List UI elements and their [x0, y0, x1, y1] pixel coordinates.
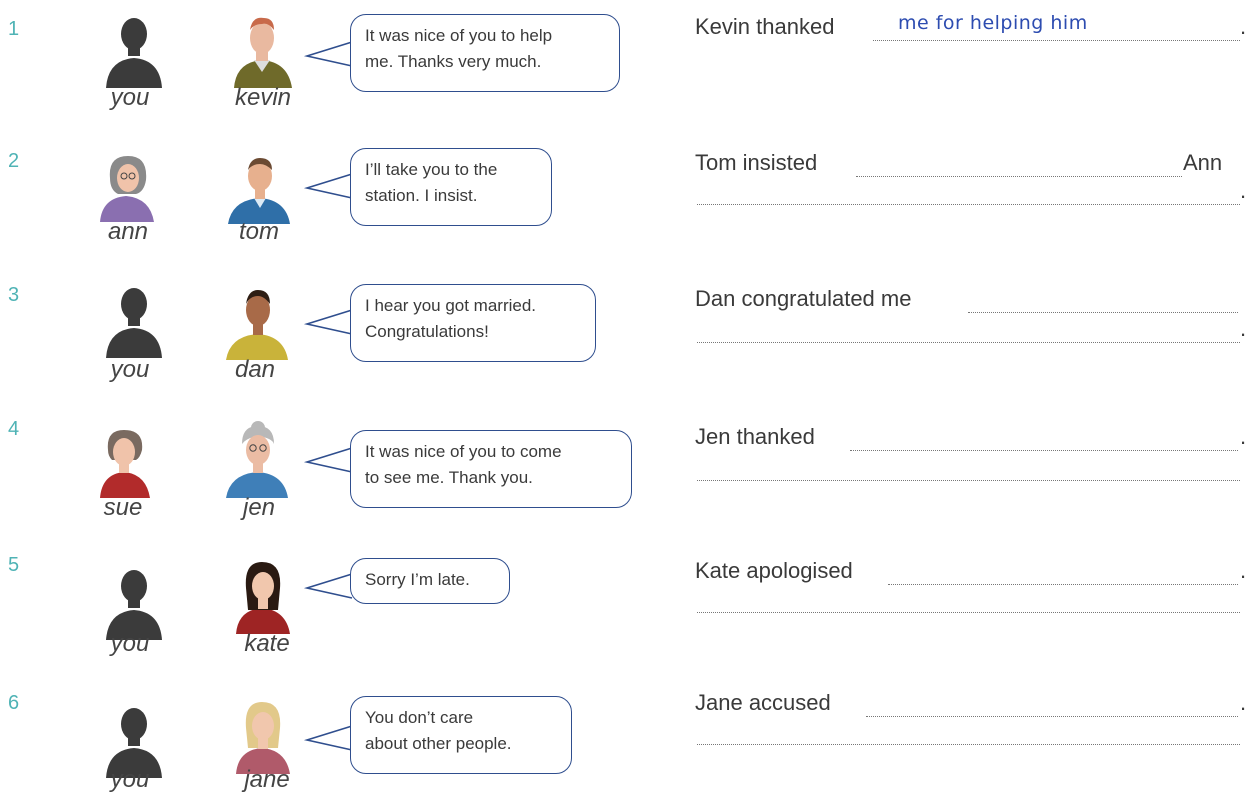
person-silhouette-icon — [98, 564, 168, 640]
speaker-right-label: jane — [244, 766, 290, 793]
speaker-right-label: kate — [244, 630, 290, 657]
exercise-item-2: 2 ann tom I’ll take you to the station. … — [0, 134, 1250, 264]
item-number: 6 — [8, 692, 20, 714]
exercise-item-4: 4 sue jen It was nice of you to come to … — [0, 402, 1250, 532]
line-end: . — [1240, 690, 1247, 715]
man-yellow-shirt-portrait-icon — [222, 282, 292, 360]
answer-line[interactable] — [888, 584, 1238, 585]
line-end: . — [1240, 14, 1247, 39]
item-number: 4 — [8, 418, 20, 440]
answer-prompt: Tom insisted — [695, 150, 818, 175]
answer-line-2[interactable] — [697, 744, 1240, 745]
speaker-right-label: dan — [234, 356, 276, 383]
woman-red-top-portrait-icon — [94, 424, 164, 500]
speaker-right-label: kevin — [234, 84, 292, 111]
speech-bubble: I hear you got married. Congratulations! — [350, 284, 596, 362]
exercise-item-1: 1 you kevin It was nice of you to help m… — [0, 0, 1250, 130]
speaker-left-label: you — [110, 630, 150, 657]
old-man-portrait-icon — [228, 8, 298, 88]
answer-prompt: Kevin thanked — [695, 14, 835, 39]
answer-prompt: Kate apologised — [695, 558, 853, 583]
line-end: . — [1240, 424, 1247, 449]
speaker-right-label: tom — [238, 218, 279, 245]
item-number: 5 — [8, 554, 20, 576]
speaker-right-label: jen — [242, 494, 276, 521]
exercise-item-5: 5 you kate Sorry I’m late. Kate apologis… — [0, 536, 1250, 666]
speaker-left-label: ann — [107, 218, 149, 245]
speech-bubble: Sorry I’m late. — [350, 558, 510, 604]
woman-blonde-portrait-icon — [232, 698, 302, 774]
item-number: 1 — [8, 18, 20, 40]
speech-bubble: I’ll take you to the station. I insist. — [350, 148, 552, 226]
speaker-left-label: you — [110, 766, 150, 793]
woman-grey-hair-portrait-icon — [96, 148, 166, 224]
speaker-left-label: you — [110, 84, 150, 111]
example-answer: me for helping him — [898, 12, 1088, 34]
old-woman-portrait-icon — [222, 420, 292, 498]
person-silhouette-icon — [98, 12, 168, 88]
answer-line[interactable] — [850, 450, 1238, 451]
person-silhouette-icon — [98, 282, 168, 358]
answer-prompt: Jane accused — [695, 690, 831, 715]
woman-dark-hair-portrait-icon — [232, 558, 302, 634]
line-end: . — [1240, 178, 1247, 203]
item-number: 3 — [8, 284, 20, 306]
answer-line[interactable] — [873, 40, 1240, 41]
line-end: . — [1240, 558, 1247, 583]
speaker-left-label: sue — [103, 494, 143, 521]
answer-line[interactable] — [866, 716, 1238, 717]
speech-bubble: You don’t care about other people. — [350, 696, 572, 774]
exercise-item-6: 6 you jane You don’t care about other pe… — [0, 666, 1250, 796]
answer-line[interactable] — [968, 312, 1238, 313]
answer-line-2[interactable] — [697, 480, 1240, 481]
answer-line-2[interactable] — [697, 342, 1240, 343]
exercise-item-3: 3 you dan I hear you got married. Congra… — [0, 268, 1250, 398]
answer-line-2[interactable] — [697, 612, 1240, 613]
answer-line[interactable] — [856, 176, 1182, 177]
man-blue-shirt-portrait-icon — [224, 148, 294, 224]
answer-prompt: Dan congratulated me — [695, 286, 912, 311]
item-number: 2 — [8, 150, 20, 172]
speech-bubble: It was nice of you to help me. Thanks ve… — [350, 14, 620, 92]
line-end: . — [1240, 316, 1247, 341]
speech-bubble: It was nice of you to come to see me. Th… — [350, 430, 632, 508]
answer-after-blank: Ann — [1183, 150, 1223, 175]
answer-prompt: Jen thanked — [695, 424, 815, 449]
answer-line-2[interactable] — [697, 204, 1240, 205]
speaker-left-label: you — [110, 356, 150, 383]
